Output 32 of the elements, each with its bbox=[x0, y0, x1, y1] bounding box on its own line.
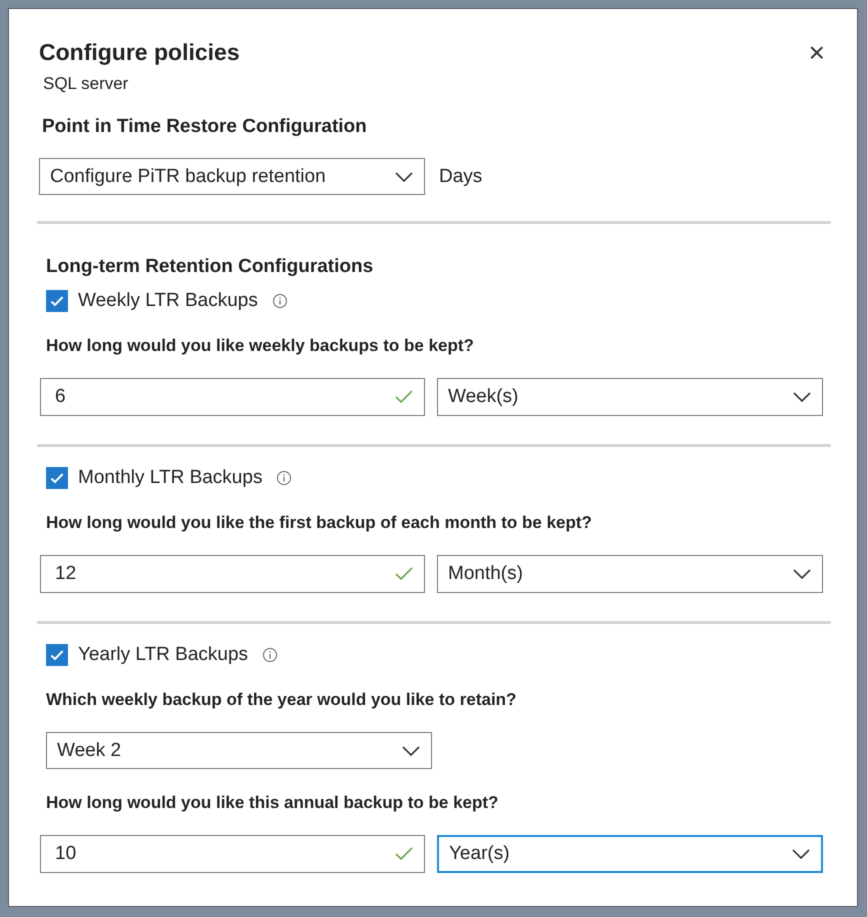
checkbox-label: Weekly LTR Backups bbox=[78, 290, 258, 312]
chevron-down-icon bbox=[791, 848, 811, 860]
dialog-title: Configure policies bbox=[39, 39, 240, 66]
question-label: How long would you like weekly backups to be kept? bbox=[46, 336, 475, 356]
number-input[interactable]: 12 bbox=[40, 555, 425, 593]
info-icon[interactable] bbox=[272, 293, 288, 309]
info-icon[interactable] bbox=[262, 647, 278, 663]
info-icon[interactable] bbox=[276, 470, 292, 486]
checkbox-label: Monthly LTR Backups bbox=[78, 467, 262, 489]
checkbox[interactable] bbox=[46, 467, 68, 489]
checkbox[interactable] bbox=[46, 644, 68, 666]
unit-label: Days bbox=[439, 166, 482, 188]
chevron-down-icon bbox=[792, 568, 812, 580]
section-heading: Long-term Retention Configurations bbox=[45, 256, 374, 278]
chevron-down-icon bbox=[792, 391, 812, 403]
unit-dropdown[interactable]: Week(s) bbox=[437, 378, 823, 416]
question-label: Which weekly backup of the year would you like to retain? bbox=[46, 690, 518, 710]
week-dropdown[interactable]: Week 2 bbox=[46, 732, 432, 769]
retention-dropdown[interactable]: Configure PiTR backup retention bbox=[39, 158, 425, 195]
checkbox-label: Yearly LTR Backups bbox=[78, 644, 248, 666]
number-input[interactable]: 10 bbox=[40, 835, 425, 873]
unit-dropdown[interactable]: Year(s) bbox=[437, 835, 823, 873]
question-label: How long would you like this annual backup to be kept? bbox=[46, 793, 500, 813]
chevron-down-icon bbox=[401, 744, 421, 756]
question-label: How long would you like the first backup of each month to be kept? bbox=[46, 513, 593, 533]
unit-dropdown[interactable]: Month(s) bbox=[437, 555, 823, 593]
checkbox[interactable] bbox=[46, 290, 68, 312]
dialog-subtitle: SQL server bbox=[42, 74, 130, 94]
chevron-down-icon bbox=[394, 170, 414, 182]
number-input[interactable]: 6 bbox=[40, 378, 425, 416]
close-button[interactable]: × bbox=[804, 39, 829, 67]
section-heading: Point in Time Restore Configuration bbox=[41, 116, 368, 138]
